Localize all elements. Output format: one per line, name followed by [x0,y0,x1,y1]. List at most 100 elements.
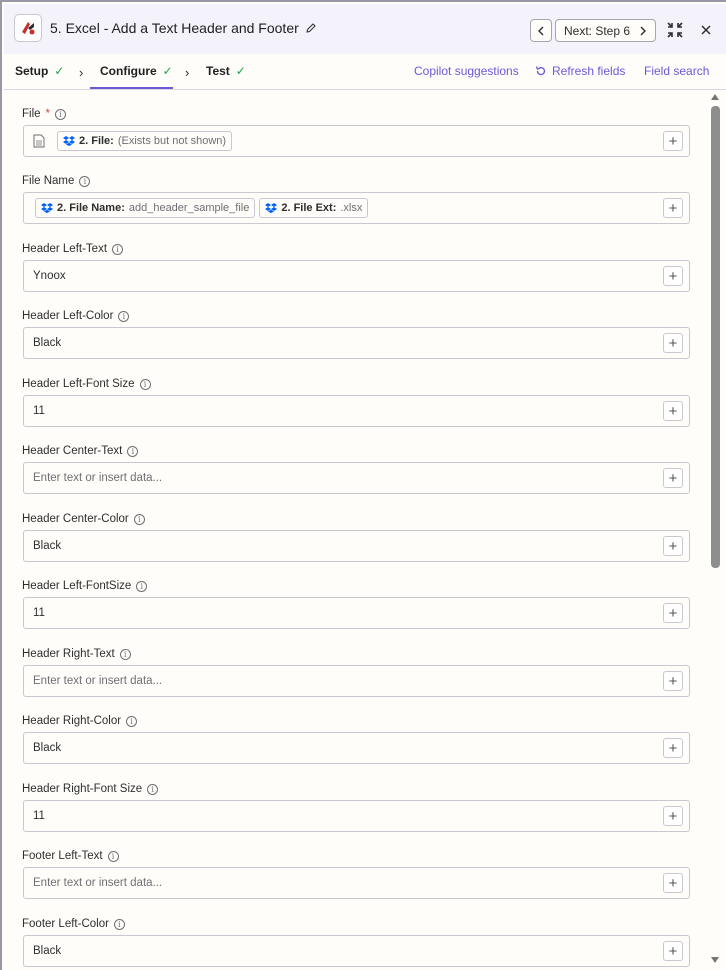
insert-data-button[interactable]: + [663,266,683,286]
plus-icon: + [668,132,678,150]
info-icon[interactable]: i [118,310,130,322]
plus-icon: + [668,672,678,690]
footer-left-text-input[interactable]: Enter text or insert data... + [23,867,690,899]
tab-test[interactable]: Test ✓ [206,64,246,78]
info-icon[interactable]: i [127,445,139,457]
file-input[interactable]: 2. File: (Exists but not shown) + [23,125,690,157]
info-icon[interactable]: i [112,243,124,255]
field-value: Black [33,540,62,552]
pill-value: add_header_sample_file [128,202,250,214]
header-left-font-size-field: Header Left-Font Size i 11 + [22,377,690,427]
info-icon[interactable]: i [126,715,138,727]
info-icon[interactable]: i [139,378,151,390]
info-icon[interactable]: i [147,783,159,795]
previous-step-button[interactable] [530,19,552,42]
field-search-link[interactable]: Field search [644,64,709,78]
file-name-field: File Name i 2. File Name: add_header_sam… [22,174,690,224]
field-label: File * i [22,107,690,121]
field-value: Black [33,945,62,957]
footer-left-color-input[interactable]: Black + [23,935,690,967]
data-pill[interactable]: 2. File Name: add_header_sample_file [35,198,256,218]
field-search-label: Field search [644,64,710,78]
field-value: Black [33,337,62,349]
insert-data-button[interactable]: + [663,198,683,218]
info-icon[interactable]: i [113,918,125,930]
info-icon[interactable]: i [79,175,91,187]
dropbox-icon [63,136,75,146]
header-center-color-input[interactable]: Black + [23,530,690,562]
insert-data-button[interactable]: + [663,806,683,826]
insert-data-button[interactable]: + [663,401,683,421]
collapse-icon[interactable] [666,21,684,39]
insert-data-button[interactable]: + [663,131,683,151]
header-left-text-input[interactable]: Ynoox + [23,260,690,292]
field-label: Header Right-Font Size i [22,782,690,796]
tab-test-label: Test [206,64,230,78]
header-right-text-input[interactable]: Enter text or insert data... + [23,665,690,697]
insert-data-button[interactable]: + [663,738,683,758]
refresh-fields-button[interactable]: Refresh fields [535,64,625,78]
header-right-color-input[interactable]: Black + [23,732,690,764]
field-value: 11 [33,607,45,619]
scrollbar-thumb[interactable] [711,106,720,568]
info-icon[interactable]: i [136,580,148,592]
file-field: File * i 2. File: (Exists but not shown)… [22,107,690,157]
checkmark-icon: ✓ [235,64,246,78]
info-icon[interactable]: i [107,850,119,862]
data-pill[interactable]: 2. File Ext: .xlsx [259,198,369,218]
chevron-right-icon: › [185,65,190,80]
field-placeholder: Enter text or insert data... [33,675,163,687]
header-right-font-size-field: Header Right-Font Size i 11 + [22,782,690,832]
info-icon[interactable]: i [55,108,67,120]
step-editor-panel: 5. Excel - Add a Text Header and Footer … [0,0,726,970]
plus-icon: + [668,604,678,622]
field-label: Header Center-Color i [22,512,690,526]
scroll-up-arrow-icon[interactable] [711,94,719,100]
insert-data-button[interactable]: + [663,873,683,893]
tab-setup[interactable]: Setup ✓ [15,64,64,78]
header-right-text-label: Header Right-Text [22,648,115,660]
close-icon[interactable] [699,23,713,37]
header-left-fontsize-input[interactable]: 11 + [23,597,690,629]
next-step-button[interactable]: Next: Step 6 [555,19,656,42]
field-value: 11 [33,810,45,822]
header-center-color-label: Header Center-Color [22,513,129,525]
chevron-left-icon [538,26,544,35]
insert-data-button[interactable]: + [663,468,683,488]
pill-value: (Exists but not shown) [117,135,227,147]
info-icon[interactable]: i [119,648,131,660]
info-icon[interactable]: i [133,513,145,525]
header-left-font-size-label: Header Left-Font Size [22,378,135,390]
pencil-icon[interactable] [305,22,317,34]
header-right-font-size-input[interactable]: 11 + [23,800,690,832]
plus-icon: + [668,537,678,555]
header-left-color-input[interactable]: Black + [23,327,690,359]
file-name-input[interactable]: 2. File Name: add_header_sample_file 2. … [23,192,690,224]
header-right-font-size-label: Header Right-Font Size [22,783,143,795]
tab-configure[interactable]: Configure ✓ [100,64,173,78]
scroll-down-arrow-icon[interactable] [711,957,719,963]
header-center-text-input[interactable]: Enter text or insert data... + [23,462,690,494]
insert-data-button[interactable]: + [663,603,683,623]
step-title[interactable]: 5. Excel - Add a Text Header and Footer [50,20,317,36]
copilot-label: Copilot suggestions [414,64,519,78]
file-label: File [22,108,41,120]
header-right-text-field: Header Right-Text i Enter text or insert… [22,647,690,697]
insert-data-button[interactable]: + [663,941,683,961]
field-label: Footer Left-Color i [22,917,690,931]
plus-icon: + [668,739,678,757]
data-pill[interactable]: 2. File: (Exists but not shown) [57,131,233,151]
insert-data-button[interactable]: + [663,536,683,556]
file-name-label: File Name [22,175,75,187]
next-step-label: Next: Step 6 [564,23,631,38]
tab-configure-label: Configure [100,64,157,78]
dropbox-icon [265,203,278,213]
pill-value: .xlsx [340,202,363,214]
copilot-suggestions-link[interactable]: Copilot suggestions [414,64,519,78]
field-value: 11 [33,405,45,417]
chevron-right-icon: › [79,65,84,80]
insert-data-button[interactable]: + [663,671,683,691]
header-left-font-size-input[interactable]: 11 + [23,395,690,427]
step-header: 5. Excel - Add a Text Header and Footer … [4,4,726,54]
insert-data-button[interactable]: + [663,333,683,353]
